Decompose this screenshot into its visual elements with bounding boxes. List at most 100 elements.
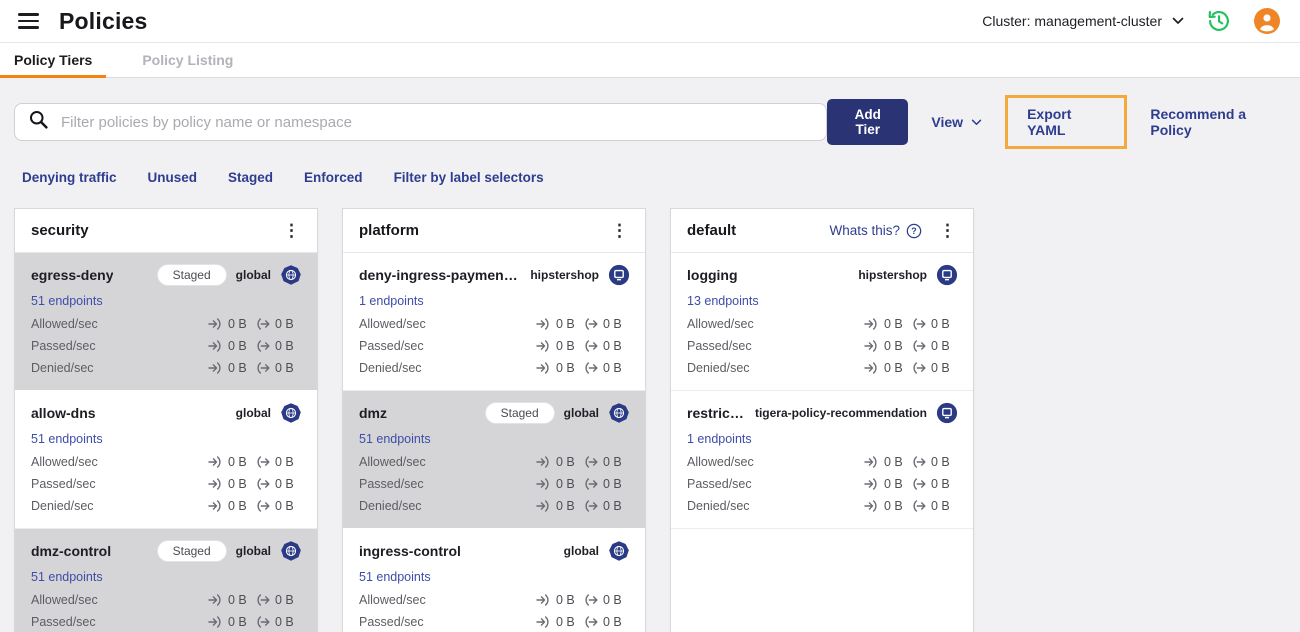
quick-filter-link[interactable]: Enforced bbox=[304, 170, 363, 185]
whats-this-link[interactable]: Whats this?? bbox=[829, 223, 922, 239]
egress-stat: 0 B bbox=[255, 499, 302, 513]
stat-row: Denied/sec 0 B 0 B bbox=[687, 357, 958, 379]
endpoints-link[interactable]: 51 endpoints bbox=[359, 570, 431, 584]
stat-label: Allowed/sec bbox=[359, 317, 426, 331]
ingress-value: 0 B bbox=[884, 455, 903, 469]
quick-filter-link[interactable]: Staged bbox=[228, 170, 273, 185]
tab-policy-tiers[interactable]: Policy Tiers bbox=[0, 43, 107, 78]
ingress-stat: 0 B bbox=[208, 593, 255, 607]
staged-badge: Staged bbox=[484, 402, 555, 424]
stat-row: Passed/sec 0 B 0 B bbox=[31, 611, 302, 632]
endpoints-link[interactable]: 51 endpoints bbox=[31, 294, 103, 308]
policy-card[interactable]: restricted tigera-policy-recommendation 1 … bbox=[671, 391, 973, 529]
tier-menu-kebab[interactable]: ⋮ bbox=[935, 220, 960, 241]
tier-header: default Whats this?? ⋮ bbox=[671, 209, 973, 253]
endpoints-link[interactable]: 13 endpoints bbox=[687, 294, 759, 308]
policy-search-input[interactable] bbox=[59, 112, 813, 132]
policy-card[interactable]: dmz Staged global 51 endpoints Allowed/sec 0 … bbox=[343, 391, 645, 529]
egress-value: 0 B bbox=[603, 361, 622, 375]
ingress-icon bbox=[536, 616, 551, 628]
ingress-stat: 0 B bbox=[208, 339, 255, 353]
endpoints-link[interactable]: 51 endpoints bbox=[359, 432, 431, 446]
egress-icon bbox=[583, 340, 598, 352]
egress-value: 0 B bbox=[275, 593, 294, 607]
ingress-stat: 0 B bbox=[536, 499, 583, 513]
ingress-icon bbox=[864, 362, 879, 374]
egress-value: 0 B bbox=[931, 499, 950, 513]
policies-page: Policies Cluster: management-cluster Pol… bbox=[0, 0, 1300, 632]
add-tier-button[interactable]: Add Tier bbox=[827, 99, 909, 145]
policy-card[interactable]: egress-deny Staged global 51 endpoints Allow… bbox=[15, 253, 317, 391]
tier-name: security bbox=[31, 222, 89, 239]
egress-icon bbox=[255, 594, 270, 606]
stat-row: Allowed/sec 0 B 0 B bbox=[687, 451, 958, 473]
endpoints-link[interactable]: 51 endpoints bbox=[31, 432, 103, 446]
ingress-stat: 0 B bbox=[536, 593, 583, 607]
ingress-value: 0 B bbox=[556, 615, 575, 629]
ingress-icon bbox=[208, 500, 223, 512]
ingress-stat: 0 B bbox=[208, 477, 255, 491]
ingress-value: 0 B bbox=[228, 615, 247, 629]
stat-label: Passed/sec bbox=[31, 615, 96, 629]
policy-scope-label: global bbox=[235, 406, 271, 420]
ingress-stat: 0 B bbox=[208, 361, 255, 375]
ingress-icon bbox=[864, 478, 879, 490]
egress-stat: 0 B bbox=[911, 499, 958, 513]
egress-value: 0 B bbox=[275, 339, 294, 353]
export-yaml-highlight: Export YAML bbox=[1005, 95, 1128, 149]
endpoints-link[interactable]: 1 endpoints bbox=[359, 294, 424, 308]
egress-icon bbox=[583, 594, 598, 606]
stat-row: Allowed/sec 0 B 0 B bbox=[31, 451, 302, 473]
tab-policy-listing[interactable]: Policy Listing bbox=[128, 43, 247, 77]
egress-icon bbox=[583, 456, 598, 468]
tier-name: default bbox=[687, 222, 737, 239]
policy-card[interactable]: allow-dns global 51 endpoints Allowed/sec 0 … bbox=[15, 391, 317, 529]
user-avatar[interactable] bbox=[1254, 8, 1280, 34]
ingress-icon bbox=[864, 318, 879, 330]
export-yaml-button[interactable]: Export YAML bbox=[1027, 106, 1105, 138]
egress-value: 0 B bbox=[931, 317, 950, 331]
tier-menu-kebab[interactable]: ⋮ bbox=[279, 220, 304, 241]
ingress-icon bbox=[208, 478, 223, 490]
global-scope-icon bbox=[280, 264, 302, 286]
ingress-value: 0 B bbox=[556, 499, 575, 513]
policy-card[interactable]: deny-ingress-paymentservi… hipstershop 1 e… bbox=[343, 253, 645, 391]
view-dropdown[interactable]: View bbox=[931, 114, 982, 130]
stat-row: Passed/sec 0 B 0 B bbox=[359, 473, 630, 495]
policy-card[interactable]: dmz-control Staged global 51 endpoints Allow… bbox=[15, 529, 317, 632]
quick-filter-link[interactable]: Filter by label selectors bbox=[394, 170, 544, 185]
ingress-value: 0 B bbox=[556, 339, 575, 353]
global-scope-icon bbox=[280, 402, 302, 424]
egress-value: 0 B bbox=[931, 361, 950, 375]
quick-filter-link[interactable]: Denying traffic bbox=[22, 170, 117, 185]
tier-menu-kebab[interactable]: ⋮ bbox=[607, 220, 632, 241]
endpoints-link[interactable]: 51 endpoints bbox=[31, 570, 103, 584]
egress-icon bbox=[583, 616, 598, 628]
endpoints-link[interactable]: 1 endpoints bbox=[687, 432, 752, 446]
namespace-scope-icon bbox=[608, 264, 630, 286]
stat-row: Denied/sec 0 B 0 B bbox=[359, 495, 630, 517]
egress-icon bbox=[911, 500, 926, 512]
cluster-selector[interactable]: Cluster: management-cluster bbox=[982, 13, 1184, 29]
stat-label: Denied/sec bbox=[687, 361, 750, 375]
quick-filter-link[interactable]: Unused bbox=[148, 170, 198, 185]
ingress-value: 0 B bbox=[228, 477, 247, 491]
egress-stat: 0 B bbox=[255, 361, 302, 375]
hamburger-menu-icon[interactable] bbox=[16, 11, 41, 31]
tier-column: default Whats this?? ⋮ logging hipstershop 13… bbox=[670, 208, 974, 632]
policy-card[interactable]: logging hipstershop 13 endpoints Allowed/se… bbox=[671, 253, 973, 391]
egress-stat: 0 B bbox=[255, 593, 302, 607]
history-icon[interactable] bbox=[1206, 8, 1232, 34]
toolbar: Add Tier View Export YAML Recommend a Po… bbox=[14, 95, 1278, 149]
top-bar: Policies Cluster: management-cluster bbox=[0, 0, 1300, 42]
policy-name: restricted bbox=[687, 405, 746, 421]
stat-label: Passed/sec bbox=[31, 477, 96, 491]
recommend-policy-link[interactable]: Recommend a Policy bbox=[1150, 106, 1278, 138]
policy-card[interactable]: ingress-control global 51 endpoints Allowed… bbox=[343, 529, 645, 632]
ingress-stat: 0 B bbox=[864, 317, 911, 331]
global-scope-icon bbox=[608, 402, 630, 424]
policy-search-box[interactable] bbox=[14, 103, 827, 141]
ingress-value: 0 B bbox=[228, 361, 247, 375]
egress-icon bbox=[583, 362, 598, 374]
ingress-stat: 0 B bbox=[864, 477, 911, 491]
